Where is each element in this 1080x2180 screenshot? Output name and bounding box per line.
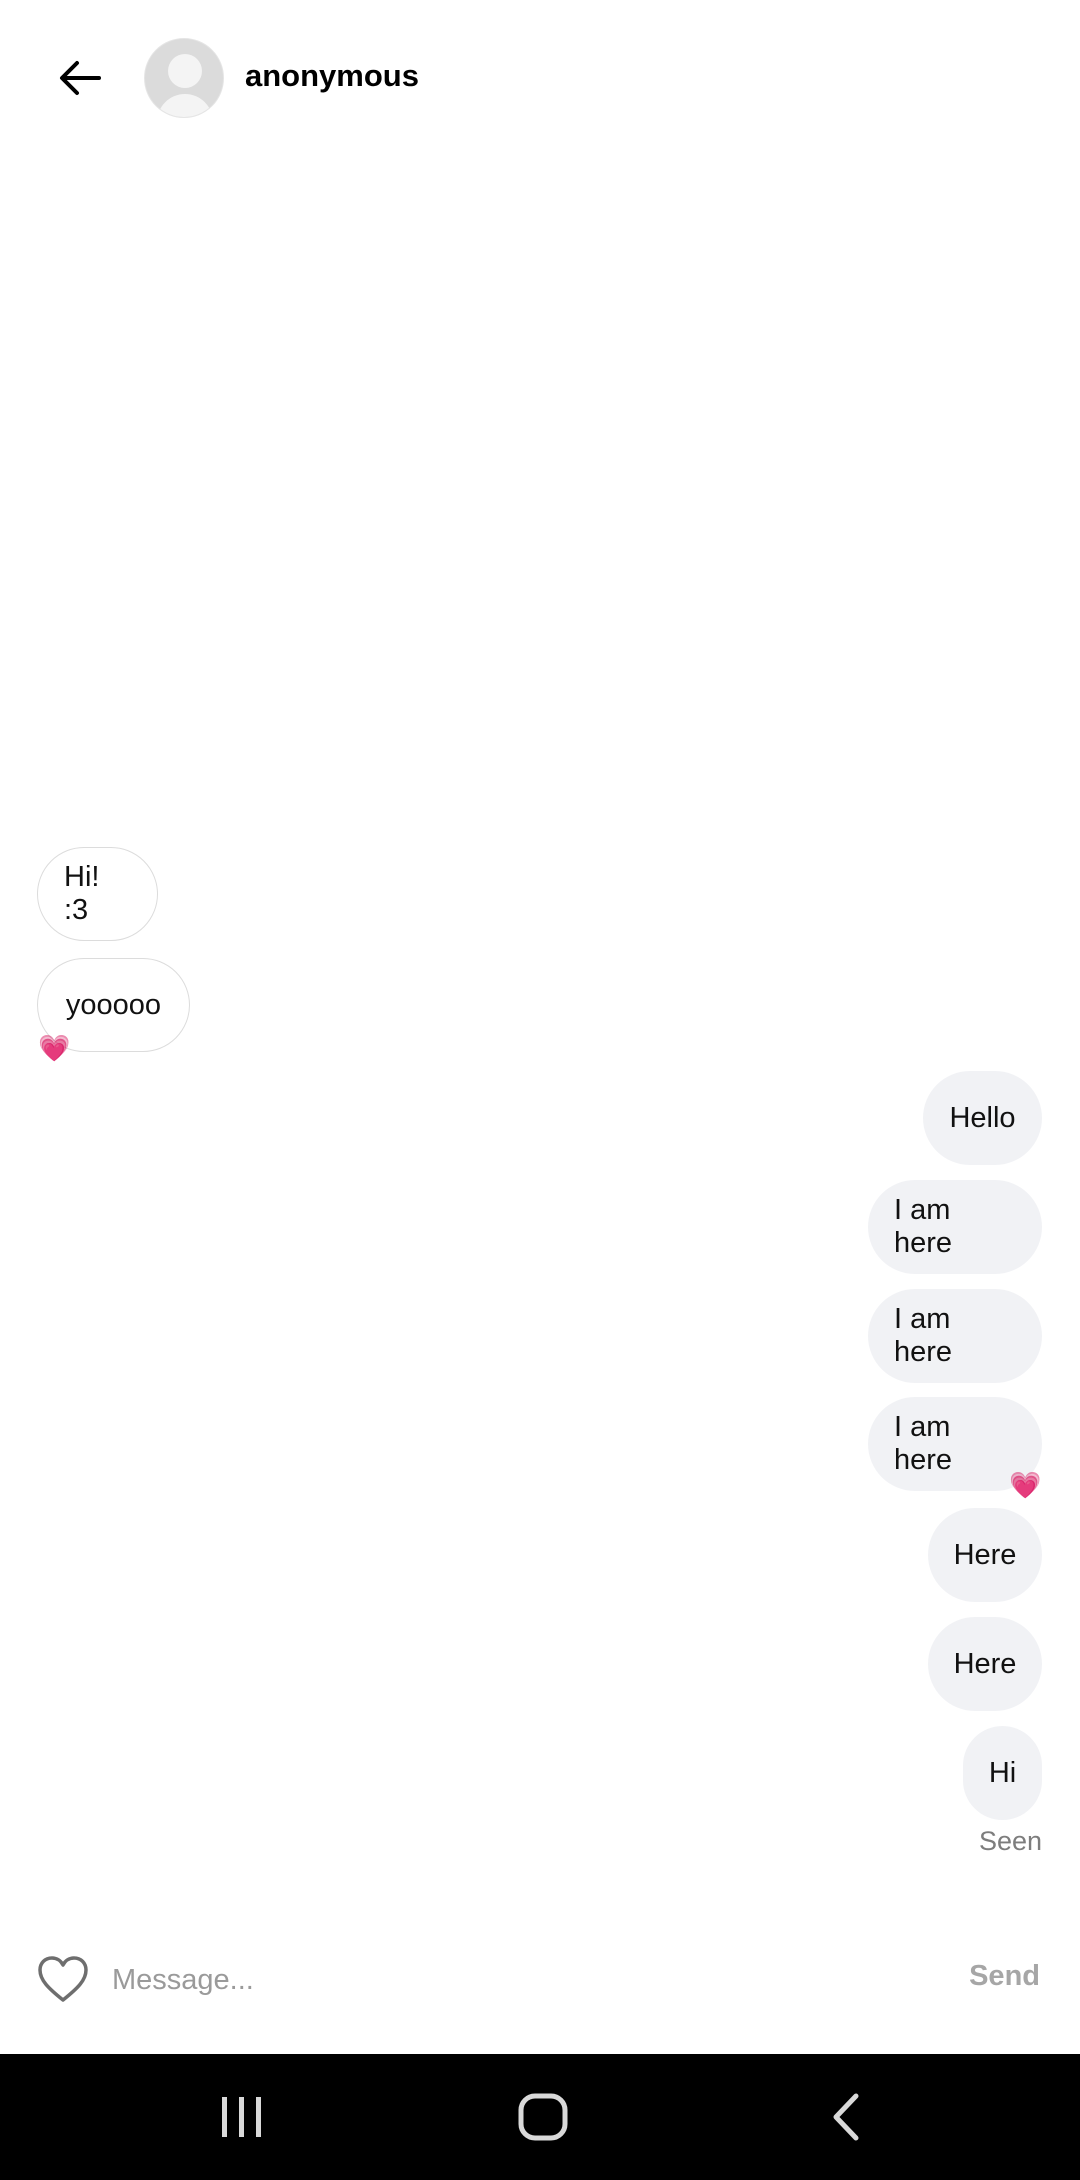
like-button[interactable] bbox=[36, 1954, 90, 2004]
heart-reaction[interactable]: 💗 bbox=[38, 1035, 70, 1061]
message-bubble-outgoing[interactable]: Hello bbox=[923, 1071, 1042, 1165]
back-button[interactable] bbox=[48, 48, 112, 108]
arrow-left-icon bbox=[60, 61, 101, 95]
send-button[interactable]: Send bbox=[969, 1960, 1040, 1993]
message-bubble-outgoing[interactable]: I am here bbox=[868, 1180, 1042, 1274]
heart-reaction[interactable]: 💗 bbox=[1009, 1472, 1041, 1498]
message-bubble-outgoing[interactable]: Here bbox=[928, 1617, 1042, 1711]
home-icon bbox=[518, 2093, 568, 2141]
avatar-body bbox=[157, 94, 213, 117]
avatar-head bbox=[168, 54, 202, 88]
recent-apps-icon bbox=[222, 2097, 261, 2137]
avatar[interactable] bbox=[144, 38, 224, 118]
message-bubble-outgoing[interactable]: Hi bbox=[963, 1726, 1042, 1820]
heart-outline-icon bbox=[38, 1956, 88, 2002]
message-input[interactable] bbox=[112, 1952, 932, 2008]
chat-header: anonymous bbox=[0, 0, 1080, 155]
recent-apps-button[interactable] bbox=[182, 2084, 302, 2150]
chevron-left-icon bbox=[833, 2093, 859, 2141]
home-button[interactable] bbox=[483, 2084, 603, 2150]
message-bubble-incoming[interactable]: Hi! :3 bbox=[37, 847, 158, 941]
system-navigation-bar bbox=[0, 2054, 1080, 2180]
system-back-button[interactable] bbox=[786, 2084, 906, 2150]
seen-status: Seen bbox=[978, 1826, 1042, 1856]
message-bubble-outgoing[interactable]: I am here bbox=[868, 1289, 1042, 1383]
message-bubble-outgoing[interactable]: Here bbox=[928, 1508, 1042, 1602]
contact-name[interactable]: anonymous bbox=[245, 58, 419, 94]
